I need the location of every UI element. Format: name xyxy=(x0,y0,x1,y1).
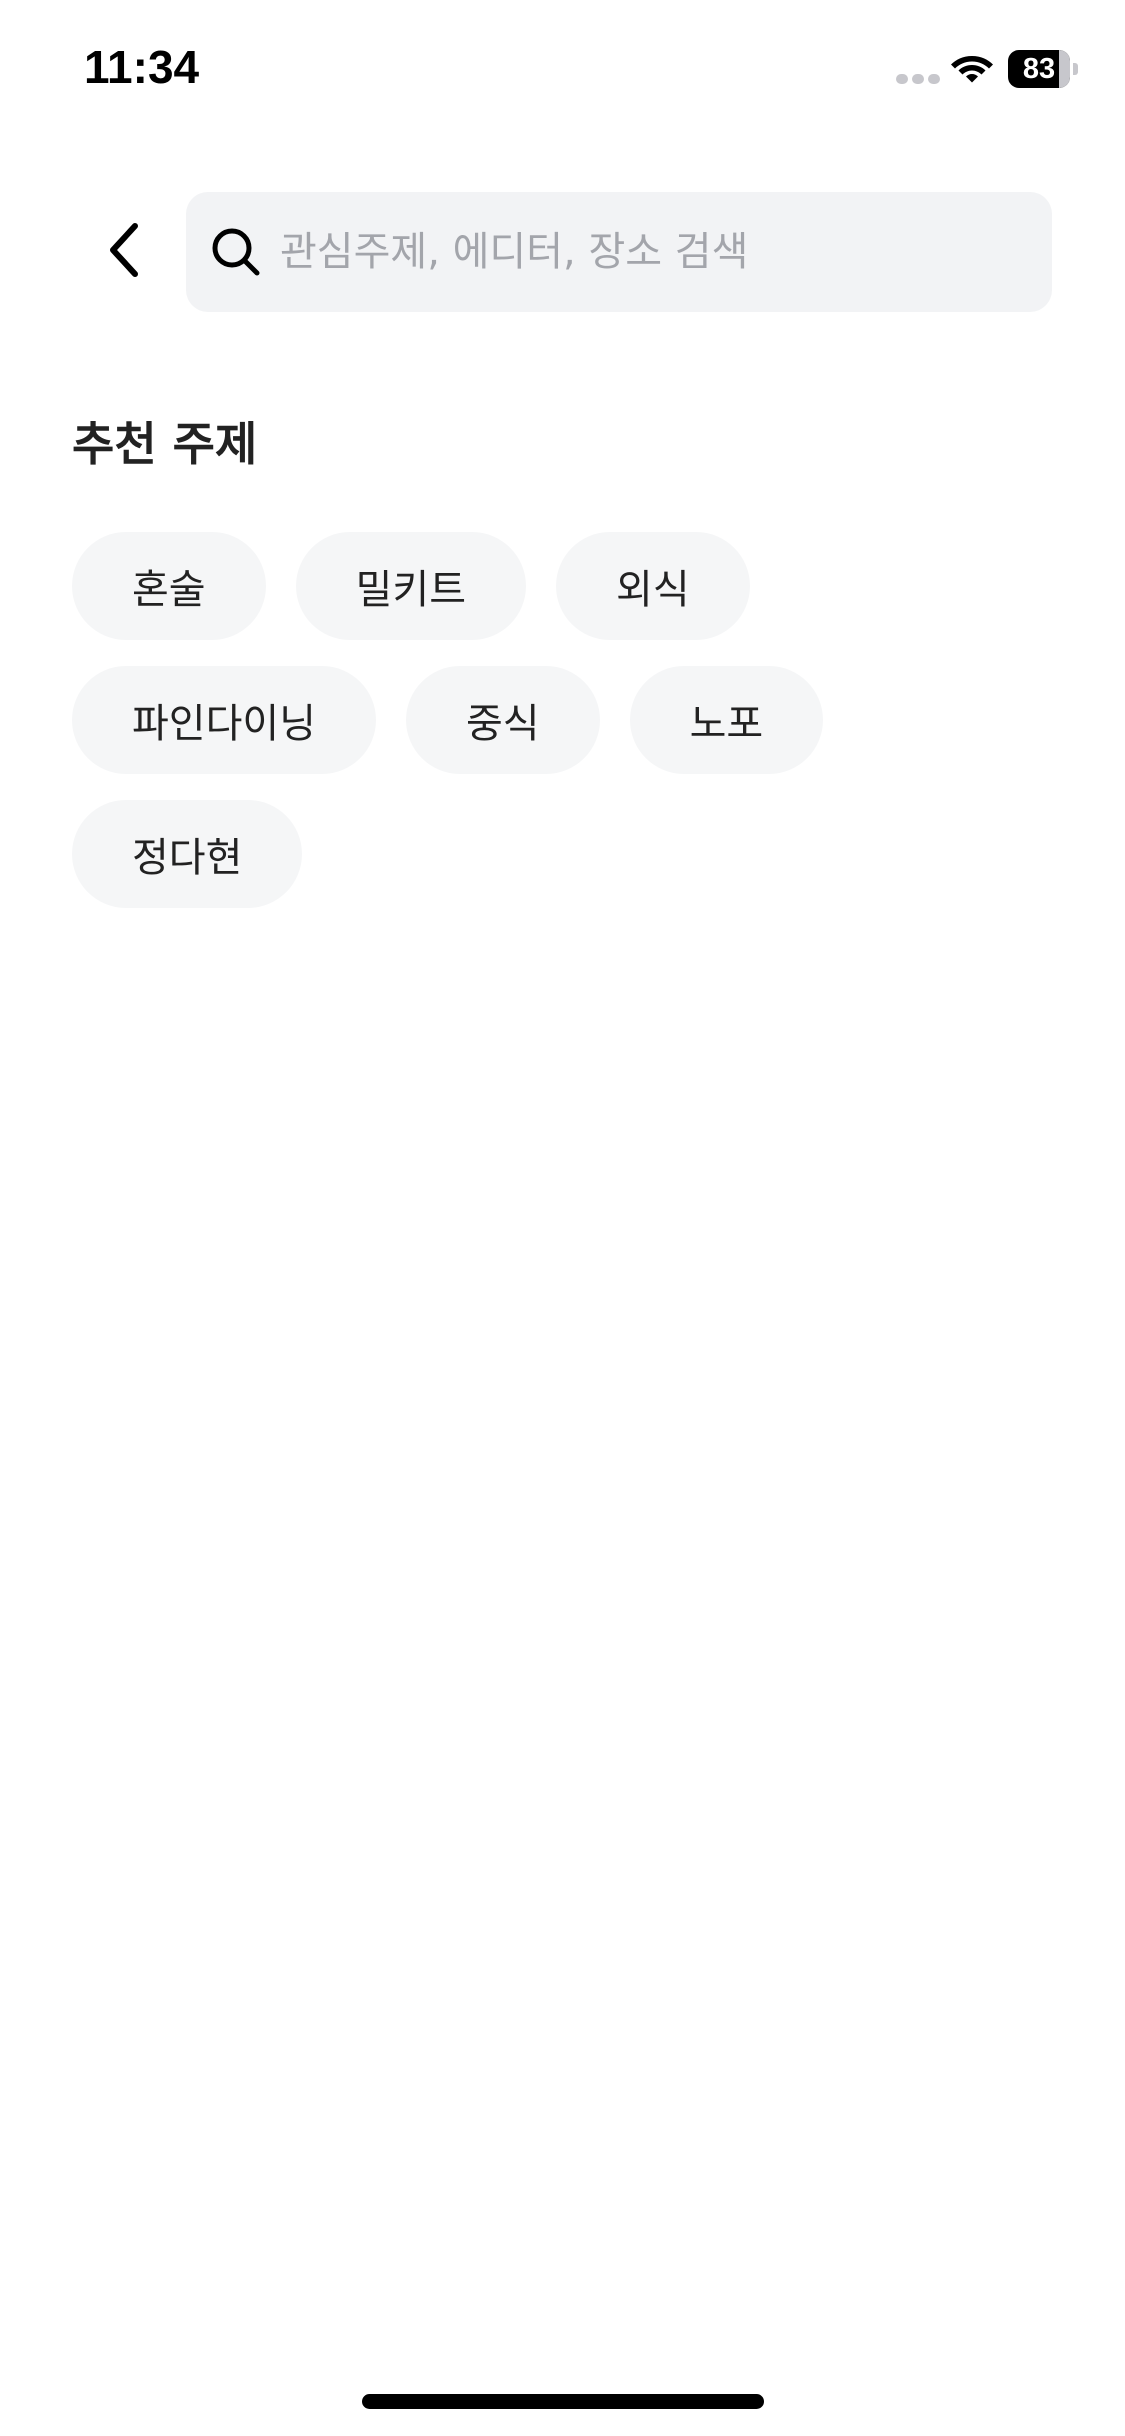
battery-indicator: 83 xyxy=(1008,50,1078,88)
home-indicator[interactable] xyxy=(362,2394,764,2409)
topic-chip[interactable]: 외식 xyxy=(556,532,750,640)
cellular-signal-icon xyxy=(896,74,940,84)
wifi-icon xyxy=(951,56,993,83)
status-time: 11:34 xyxy=(84,41,200,93)
section-title-recommended-topics: 추천 주제 xyxy=(72,417,258,471)
topic-chip[interactable]: 파인다이닝 xyxy=(72,666,376,774)
search-bar[interactable] xyxy=(186,192,1052,312)
chevron-left-icon xyxy=(110,223,138,277)
search-icon xyxy=(212,228,260,276)
search-input[interactable] xyxy=(280,192,1020,312)
topic-chip[interactable]: 노포 xyxy=(629,666,824,774)
topic-chip[interactable]: 밀키트 xyxy=(295,532,527,640)
topic-chip-list: 혼술 밀키트 외식 파인다이닝 중식 노포 정다현 xyxy=(72,532,1052,908)
back-button[interactable] xyxy=(88,212,158,288)
status-bar: 11:34 83 xyxy=(0,0,1125,140)
topic-chip[interactable]: 혼술 xyxy=(72,532,266,640)
topic-chip[interactable]: 정다현 xyxy=(72,800,303,908)
battery-level-text: 83 xyxy=(1022,53,1056,85)
topic-chip[interactable]: 중식 xyxy=(406,666,600,774)
